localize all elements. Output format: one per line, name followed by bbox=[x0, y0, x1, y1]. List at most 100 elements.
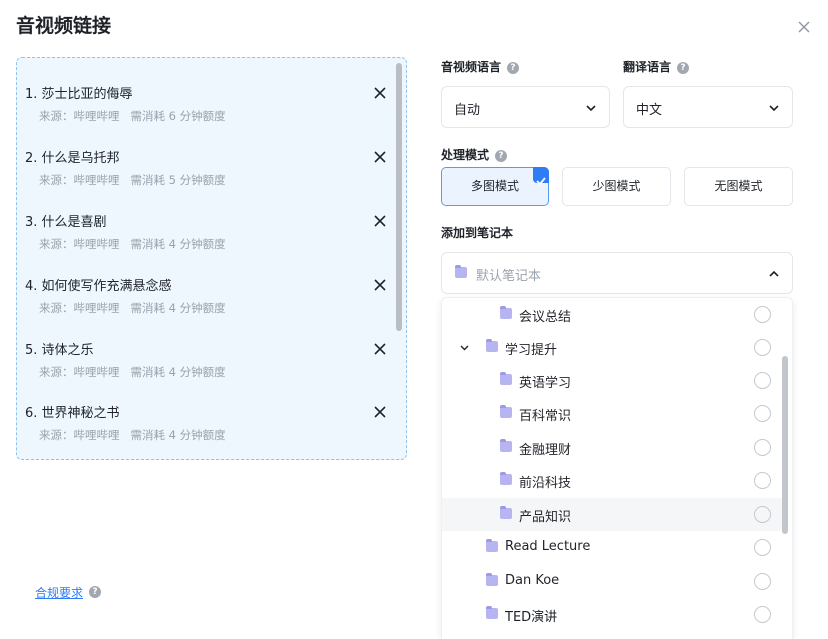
radio-button[interactable] bbox=[754, 372, 771, 389]
folder-icon bbox=[500, 439, 512, 452]
notebook-name: 学习提升 bbox=[505, 343, 558, 358]
notebook-tree-item[interactable]: TED演讲 bbox=[442, 598, 782, 631]
close-icon[interactable] bbox=[795, 18, 813, 36]
dialog-title: 音视频链接 bbox=[16, 15, 112, 37]
av-language-label-text: 音视频语言 bbox=[441, 60, 502, 74]
video-meta: 来源：哔哩哔哩 需消耗 6 分钟额度 bbox=[39, 108, 226, 124]
remove-video-icon[interactable] bbox=[373, 278, 387, 292]
notebook-name: 会议总结 bbox=[519, 310, 572, 325]
notebook-tree-item[interactable]: Dan Koe bbox=[442, 565, 782, 598]
dropdown-scrollbar[interactable] bbox=[782, 356, 788, 534]
notebook-tree-item[interactable]: 学习提升 bbox=[442, 331, 782, 364]
list-item: 6. 世界神秘之书 来源：哔哩哔哩 需消耗 4 分钟额度 bbox=[25, 402, 387, 458]
notebook-dropdown: 会议总结 学习提升 英语学习 百科常识 金融理财 前沿科技 产品知识 Read … bbox=[441, 297, 793, 639]
notebook-tree-item[interactable]: 前沿科技 bbox=[442, 464, 782, 497]
folder-icon bbox=[500, 405, 512, 418]
notebook-tree-item[interactable]: 百科常识 bbox=[442, 397, 782, 430]
video-meta: 来源：哔哩哔哩 需消耗 4 分钟额度 bbox=[39, 300, 226, 316]
compliance-link[interactable]: 合规要求 bbox=[35, 584, 83, 601]
list-item: 4. 如何使写作充满悬念感 来源：哔哩哔哩 需消耗 4 分钟额度 bbox=[25, 275, 387, 331]
list-scrollbar[interactable] bbox=[396, 63, 402, 331]
radio-button[interactable] bbox=[754, 306, 771, 323]
folder-icon bbox=[486, 339, 498, 352]
video-source: 来源：哔哩哔哩 bbox=[39, 173, 120, 187]
remove-video-icon[interactable] bbox=[373, 86, 387, 100]
mode-label-text: 处理模式 bbox=[441, 148, 490, 162]
radio-button[interactable] bbox=[754, 539, 771, 556]
notebook-name: 产品知识 bbox=[519, 510, 572, 525]
list-item: 1. 莎士比亚的侮辱 来源：哔哩哔哩 需消耗 6 分钟额度 bbox=[25, 83, 387, 139]
folder-icon bbox=[500, 506, 512, 519]
help-circle-icon[interactable]: ? bbox=[495, 149, 508, 162]
notebook-tree-item[interactable]: 产品知识 bbox=[442, 498, 782, 531]
folder-icon bbox=[486, 539, 498, 552]
radio-button[interactable] bbox=[754, 573, 771, 590]
mode-button-multi-image[interactable]: 多图模式 bbox=[441, 167, 549, 206]
chevron-down-icon[interactable] bbox=[459, 342, 470, 353]
video-title: 2. 什么是乌托邦 bbox=[25, 151, 120, 166]
video-meta: 来源：哔哩哔哩 需消耗 4 分钟额度 bbox=[39, 427, 226, 443]
help-circle-icon[interactable]: ? bbox=[89, 586, 101, 598]
video-title: 4. 如何使写作充满悬念感 bbox=[25, 279, 172, 294]
notebook-tree-item[interactable]: 会议总结 bbox=[442, 298, 782, 331]
chevron-down-icon bbox=[586, 105, 596, 112]
chevron-up-icon bbox=[769, 270, 779, 277]
check-icon bbox=[533, 167, 549, 186]
mode-button-no-image[interactable]: 无图模式 bbox=[684, 167, 793, 206]
radio-button[interactable] bbox=[754, 506, 771, 523]
help-circle-icon[interactable]: ? bbox=[507, 61, 520, 74]
notebook-placeholder: 默认笔记本 bbox=[476, 269, 542, 284]
help-circle-icon[interactable]: ? bbox=[677, 61, 690, 74]
radio-button[interactable] bbox=[754, 472, 771, 489]
folder-icon bbox=[500, 372, 512, 385]
video-list: 1. 莎士比亚的侮辱 来源：哔哩哔哩 需消耗 6 分钟额度 2. 什么是乌托邦 … bbox=[16, 57, 407, 460]
remove-video-icon[interactable] bbox=[373, 214, 387, 228]
video-title: 3. 什么是喜剧 bbox=[25, 215, 107, 230]
translate-language-label: 翻译语言? bbox=[623, 58, 690, 75]
folder-icon bbox=[500, 306, 512, 319]
notebook-tree-item[interactable]: 金融理财 bbox=[442, 431, 782, 464]
video-title: 5. 诗体之乐 bbox=[25, 343, 94, 358]
notebook-label: 添加到笔记本 bbox=[441, 226, 514, 240]
radio-button[interactable] bbox=[754, 439, 771, 456]
mode-label: 处理模式? bbox=[441, 146, 508, 163]
notebook-tree-item[interactable]: Read Lecture bbox=[442, 531, 782, 564]
remove-video-icon[interactable] bbox=[373, 342, 387, 356]
radio-button[interactable] bbox=[754, 606, 771, 623]
translate-language-select[interactable]: 中文 bbox=[623, 86, 793, 128]
notebook-name: 金融理财 bbox=[519, 443, 572, 458]
translate-language-value: 中文 bbox=[636, 103, 663, 118]
notebook-name: 英语学习 bbox=[519, 376, 572, 391]
notebook-name: 百科常识 bbox=[519, 409, 572, 424]
folder-icon bbox=[486, 606, 498, 619]
video-source: 来源：哔哩哔哩 bbox=[39, 428, 120, 442]
radio-button[interactable] bbox=[754, 339, 771, 356]
mode-label-few: 少图模式 bbox=[592, 179, 641, 193]
video-source: 来源：哔哩哔哩 bbox=[39, 365, 120, 379]
folder-icon bbox=[486, 573, 498, 586]
remove-video-icon[interactable] bbox=[373, 150, 387, 164]
video-cost: 需消耗 4 分钟额度 bbox=[130, 237, 226, 251]
av-language-label: 音视频语言? bbox=[441, 58, 520, 75]
video-title: 1. 莎士比亚的侮辱 bbox=[25, 87, 133, 102]
notebook-name: 前沿科技 bbox=[519, 476, 572, 491]
notebook-name: TED演讲 bbox=[505, 610, 558, 625]
remove-video-icon[interactable] bbox=[373, 405, 387, 419]
radio-button[interactable] bbox=[754, 405, 771, 422]
av-language-select[interactable]: 自动 bbox=[441, 86, 610, 128]
translate-language-label-text: 翻译语言 bbox=[623, 60, 672, 74]
video-title: 6. 世界神秘之书 bbox=[25, 406, 120, 421]
mode-button-few-image[interactable]: 少图模式 bbox=[562, 167, 671, 206]
video-meta: 来源：哔哩哔哩 需消耗 5 分钟额度 bbox=[39, 172, 226, 188]
folder-icon bbox=[455, 265, 467, 278]
video-source: 来源：哔哩哔哩 bbox=[39, 301, 120, 315]
compliance-label[interactable]: 合规要求 bbox=[35, 586, 83, 600]
video-cost: 需消耗 5 分钟额度 bbox=[130, 173, 226, 187]
av-language-value: 自动 bbox=[454, 103, 481, 118]
video-cost: 需消耗 4 分钟额度 bbox=[130, 428, 226, 442]
notebook-name: Read Lecture bbox=[505, 539, 591, 554]
notebook-tree-item[interactable]: 英语学习 bbox=[442, 364, 782, 397]
list-item: 2. 什么是乌托邦 来源：哔哩哔哩 需消耗 5 分钟额度 bbox=[25, 147, 387, 203]
mode-label-none: 无图模式 bbox=[714, 179, 763, 193]
notebook-select[interactable]: 默认笔记本 bbox=[441, 252, 793, 294]
